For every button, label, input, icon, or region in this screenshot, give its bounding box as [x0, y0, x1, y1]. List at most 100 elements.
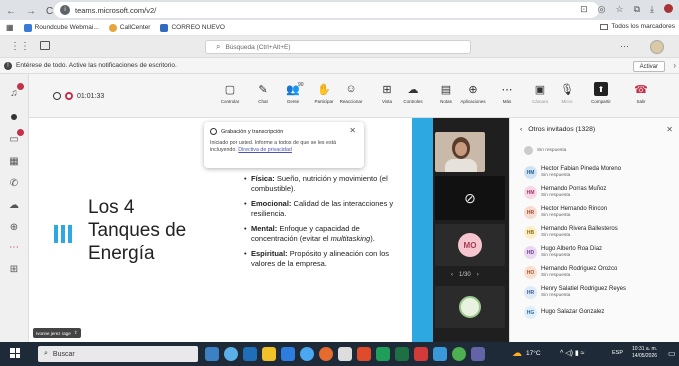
app-icon[interactable]: [414, 347, 428, 361]
close-popup-icon[interactable]: ✕: [349, 126, 356, 135]
toolbar-mic-button[interactable]: 🎙 Micro: [555, 82, 579, 105]
app-icon[interactable]: [243, 347, 257, 361]
app-icon[interactable]: [262, 347, 276, 361]
bookmark-roundcube[interactable]: Roundcube Webmai...: [23, 23, 99, 32]
close-panel-icon[interactable]: ✕: [666, 125, 673, 134]
invitee-item[interactable]: HO Hernando Rodriguez Orozco Sin respuesta: [524, 266, 617, 279]
app-icon[interactable]: [224, 347, 238, 361]
rail-calendar[interactable]: ▦: [7, 154, 21, 168]
all-bookmarks[interactable]: Todos los marcadores: [600, 23, 675, 30]
weather-icon[interactable]: ☁: [512, 348, 522, 359]
forward-icon[interactable]: →: [26, 6, 36, 17]
panel-title: Otros invitados (1328): [528, 126, 596, 133]
app-icon[interactable]: [471, 347, 485, 361]
app-icon[interactable]: [338, 347, 352, 361]
app-icon[interactable]: [357, 347, 371, 361]
toolbar-chat-button[interactable]: ✎ Chat: [251, 82, 275, 105]
app-rail: ♫ ▭ ▦ ✆ ☁ ⊕ ⋯ ⊞: [0, 74, 29, 342]
invitee-item[interactable]: HM Hernando Porras Muñoz Sin respuesta: [524, 186, 606, 199]
invitee-item[interactable]: HG Hugo Salazar Gonzalez: [524, 306, 604, 319]
app-icon[interactable]: [452, 347, 466, 361]
bookmark-correo-nuevo[interactable]: CORREO NUEVO: [160, 23, 225, 32]
site-info-icon[interactable]: i: [60, 5, 70, 15]
lens-icon[interactable]: ◎: [598, 4, 606, 15]
invitee-text: Henry Salatiel Rodriguez Reyes Sin respue…: [541, 286, 626, 299]
correo-icon: [160, 23, 169, 32]
toolbar-controls-button[interactable]: ☁ Controles: [401, 82, 425, 105]
activate-notifications-button[interactable]: Activar: [632, 61, 665, 72]
close-banner-icon[interactable]: ›: [673, 61, 676, 70]
calendar-icon: ▦: [9, 155, 19, 167]
toolbar-apps-button[interactable]: ⊕ Aplicaciones: [460, 82, 485, 105]
notifications-icon[interactable]: ▭: [668, 349, 676, 358]
avatar-mo: MO: [458, 233, 482, 257]
record-dot-icon: [11, 114, 17, 120]
people-count: 90: [298, 82, 304, 88]
avatar: HM: [524, 166, 537, 179]
app-icon[interactable]: [205, 347, 219, 361]
participant-camera-off[interactable]: ⊘: [435, 176, 505, 220]
rail-chat[interactable]: ▭: [7, 129, 24, 146]
bookmark-star-icon[interactable]: ☆: [616, 4, 624, 15]
app-icon[interactable]: [281, 347, 295, 361]
toolbar-share-button[interactable]: ⬆ Compartir: [589, 82, 613, 104]
search-box[interactable]: ⌕ Búsqueda (Ctrl+Alt+E): [205, 40, 471, 54]
profile-icon[interactable]: [664, 4, 673, 13]
toolbar-leave-button[interactable]: ☎ Salir: [629, 82, 653, 105]
toolbar-notes-button[interactable]: ▤ Notas: [434, 82, 458, 105]
tray-icons[interactable]: ^ ◁) ▮ ≈: [560, 349, 585, 357]
invitee-name: Hernando Rodriguez Orozco: [541, 266, 618, 272]
windows-start-icon[interactable]: [10, 348, 20, 358]
toolbar-camera-button[interactable]: ▣ Cámara: [528, 82, 552, 105]
invitee-status: Sin respuesta: [541, 273, 571, 278]
back-icon[interactable]: ‹: [520, 126, 522, 133]
pager-text: 1/30: [459, 272, 471, 278]
sidebar-toggle-icon[interactable]: [40, 41, 50, 50]
participant-tile[interactable]: [435, 286, 505, 328]
toolbar-raise-hand-button[interactable]: ✋ Participar: [312, 82, 336, 105]
extensions-icon[interactable]: ⧉: [634, 4, 640, 15]
toolbar-view-button[interactable]: ⊞ Vista: [375, 82, 399, 105]
bookmark-callcenter[interactable]: CallCenter: [108, 23, 150, 32]
install-icon[interactable]: ⊡: [580, 4, 588, 15]
participant-video[interactable]: [435, 132, 485, 172]
prev-icon[interactable]: ‹: [451, 272, 453, 278]
user-avatar[interactable]: [650, 40, 664, 54]
invitee-item[interactable]: Sin respuesta: [524, 146, 566, 155]
invitee-item[interactable]: HM Hector Fabian Pineda Moreno Sin respues…: [524, 166, 621, 179]
toolbar-more-button[interactable]: ⋯ Más: [495, 82, 519, 105]
next-icon[interactable]: ›: [477, 272, 479, 278]
reload-icon[interactable]: C: [46, 6, 53, 17]
app-icon[interactable]: [376, 347, 390, 361]
back-icon[interactable]: ←: [6, 6, 16, 17]
more-options-icon[interactable]: ⋯: [620, 41, 629, 52]
rail-more[interactable]: ⋯: [7, 240, 21, 254]
rail-files[interactable]: ⊕: [7, 220, 21, 234]
language[interactable]: ESP: [612, 350, 623, 356]
rail-activity[interactable]: ♫: [7, 83, 24, 100]
app-icon[interactable]: [433, 347, 447, 361]
rail-add-apps[interactable]: ⊞: [7, 262, 21, 276]
download-icon[interactable]: ⤓: [650, 4, 654, 15]
invitee-item[interactable]: HR Hector Hernando Rincon Sin respuesta: [524, 206, 607, 219]
privacy-link[interactable]: Directiva de privacidad: [238, 147, 292, 153]
apps-grid-icon[interactable]: ▦: [6, 23, 14, 32]
toolbar-people-button[interactable]: 👥 90 Gente: [281, 82, 305, 104]
rail-calls[interactable]: ✆: [7, 176, 21, 190]
address-bar[interactable]: i teams.microsoft.com/v2/: [54, 2, 599, 18]
toolbar-share-screen-button[interactable]: ▢ Controlar: [218, 82, 242, 105]
app-icon[interactable]: [319, 347, 333, 361]
app-icon[interactable]: [300, 347, 314, 361]
invitee-item[interactable]: HD Hugo Alberto Roa Diaz Sin respuesta: [524, 246, 602, 259]
rail-cloud[interactable]: ☁: [7, 198, 21, 212]
invitee-item[interactable]: HB Hernando Rivera Ballesteros Sin respues…: [524, 226, 618, 239]
app-launcher-icon[interactable]: ⋮⋮: [10, 41, 30, 52]
taskbar-search[interactable]: ⌕ Buscar: [38, 346, 198, 362]
app-icon[interactable]: [395, 347, 409, 361]
invitee-name: Hector Fabian Pineda Moreno: [541, 166, 622, 172]
participant-mo[interactable]: MO: [435, 224, 505, 266]
clock[interactable]: 10:31 a. m. 14/05/2026: [632, 346, 657, 360]
invitee-item[interactable]: HR Henry Salatiel Rodriguez Reyes Sin resp…: [524, 286, 626, 299]
toolbar-react-button[interactable]: ☺ Reaccionar: [339, 82, 363, 104]
rail-dot[interactable]: [7, 110, 21, 124]
